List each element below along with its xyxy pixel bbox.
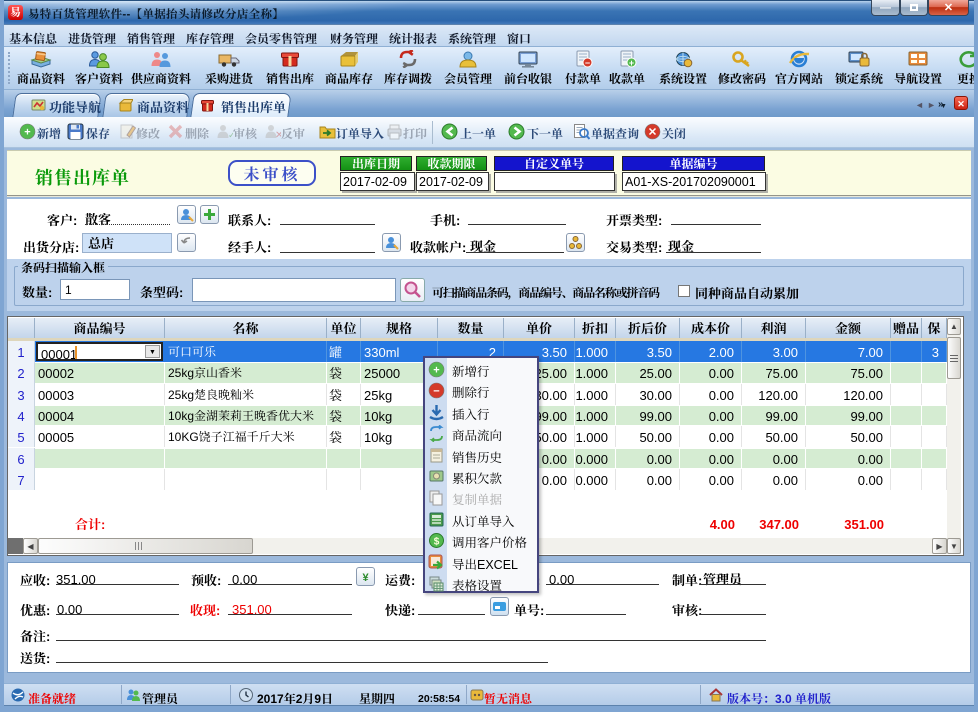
svg-text:+: + [433, 362, 439, 378]
svg-text:$: $ [434, 533, 440, 548]
svg-text:¥: ¥ [362, 569, 369, 585]
svg-text:+: + [24, 124, 30, 140]
svg-text:−: − [433, 383, 439, 399]
svg-text:+: + [629, 56, 634, 68]
svg-text:✕: ✕ [648, 124, 657, 140]
svg-text:−: − [585, 56, 590, 68]
